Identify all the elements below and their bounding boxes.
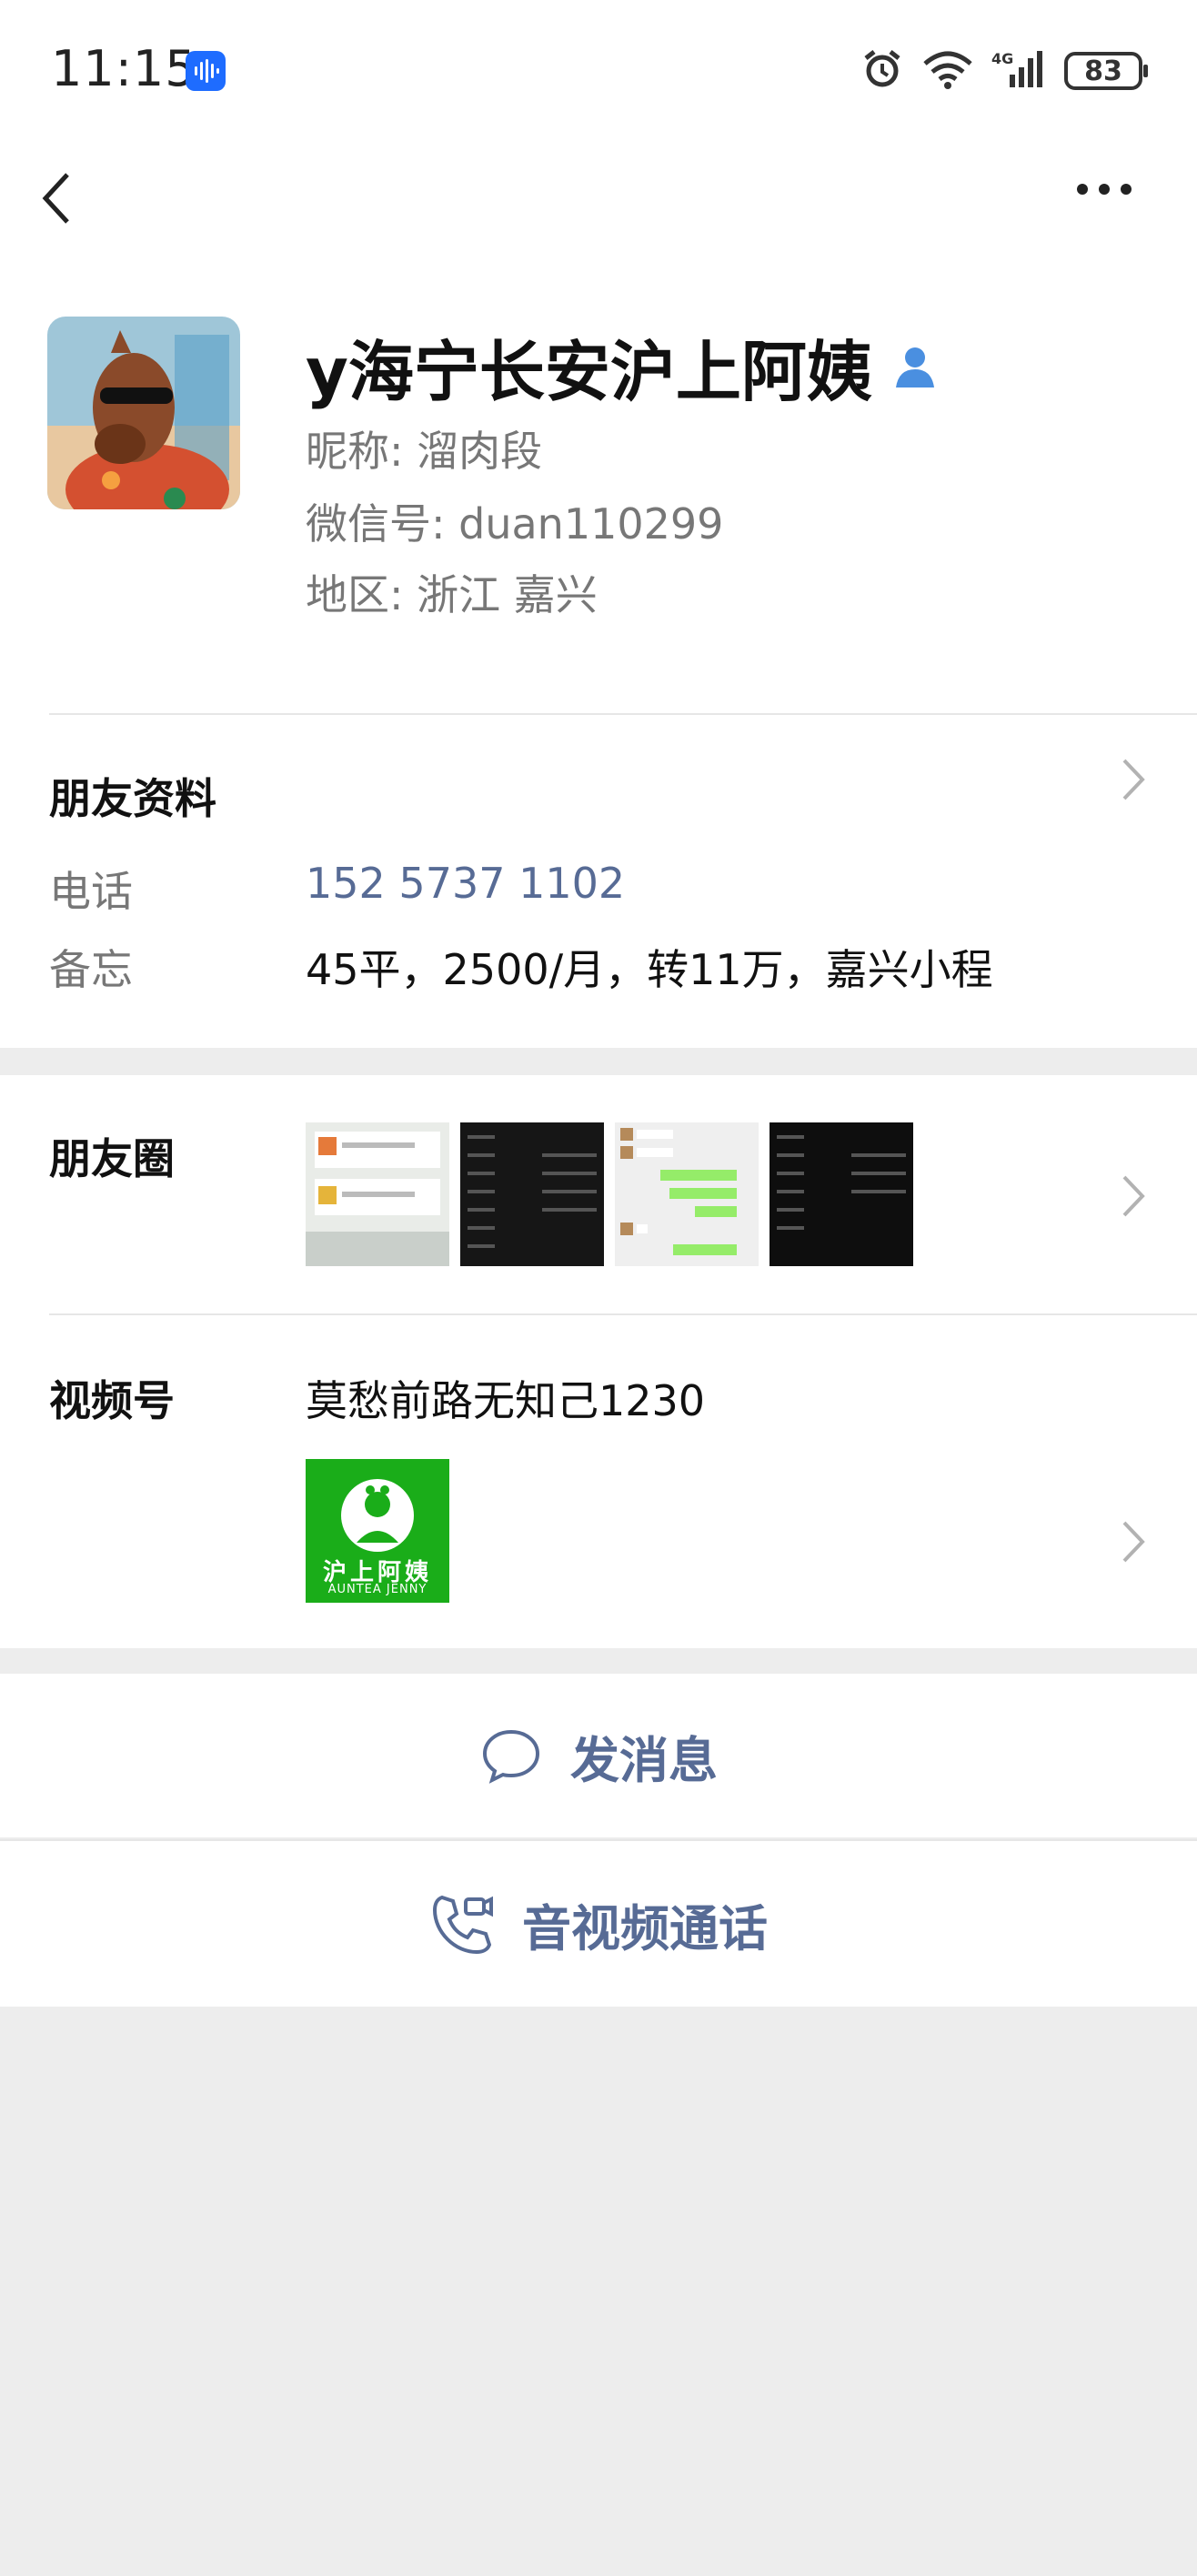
signal-icon: 4G: [991, 47, 1048, 95]
remark-value: 45平，2500/月，转11万，嘉兴小程: [306, 945, 993, 994]
moment-thumbnail[interactable]: [460, 1122, 604, 1266]
avatar[interactable]: [47, 317, 240, 509]
chat-bubble-icon: [482, 1729, 540, 1784]
status-time: 11:15: [51, 40, 197, 97]
phone-label: 电话: [49, 867, 133, 916]
display-name: y海宁长安沪上阿姨: [306, 318, 940, 414]
av-call-button[interactable]: 音视频通话: [0, 1841, 1197, 2007]
channels-logo-subtext: AUNTEA JENNY: [327, 1583, 428, 1596]
phone-video-icon: [432, 1895, 493, 1955]
svg-text:4G: 4G: [991, 50, 1013, 67]
alarm-icon: [860, 47, 904, 95]
display-name-text: y海宁长安沪上阿姨: [306, 334, 872, 410]
channels-logo[interactable]: 沪上阿姨 AUNTEA JENNY: [306, 1459, 449, 1603]
send-message-label: 发消息: [570, 1731, 718, 1789]
voice-assistant-icon: [186, 51, 226, 91]
status-icons: 4G 83: [860, 47, 1148, 95]
chevron-right-icon: [1121, 1519, 1146, 1568]
av-call-label: 音视频通话: [522, 1899, 768, 1957]
more-button[interactable]: [1075, 182, 1133, 200]
moments-title: 朋友圈: [49, 1134, 175, 1183]
friend-info-title: 朋友资料: [49, 774, 216, 823]
wechat-id: 微信号: duan110299: [306, 499, 724, 548]
chevron-left-icon: [42, 173, 69, 224]
chevron-right-icon: [1121, 757, 1146, 806]
channels-row[interactable]: [0, 1315, 1197, 1648]
send-message-button[interactable]: 发消息: [0, 1674, 1197, 1837]
channels-title: 视频号: [49, 1376, 175, 1425]
wifi-icon: [920, 47, 975, 95]
moment-thumbnail[interactable]: [770, 1122, 913, 1266]
contact-person-icon: [895, 347, 934, 387]
battery-level: 83: [1084, 55, 1122, 87]
remark-label: 备忘: [49, 945, 133, 994]
phone-value[interactable]: 152 5737 1102: [306, 859, 625, 908]
more-dots-icon: [1077, 184, 1132, 195]
moment-thumbnail[interactable]: [306, 1122, 449, 1266]
moment-thumbnail[interactable]: [615, 1122, 759, 1266]
region: 地区: 浙江 嘉兴: [306, 570, 598, 619]
battery-indicator: 83: [1064, 52, 1148, 90]
nickname: 昵称: 溜肉段: [306, 427, 543, 476]
channels-name: 莫愁前路无知己1230: [306, 1376, 706, 1425]
chevron-right-icon: [1121, 1173, 1146, 1223]
back-button[interactable]: [40, 171, 76, 229]
